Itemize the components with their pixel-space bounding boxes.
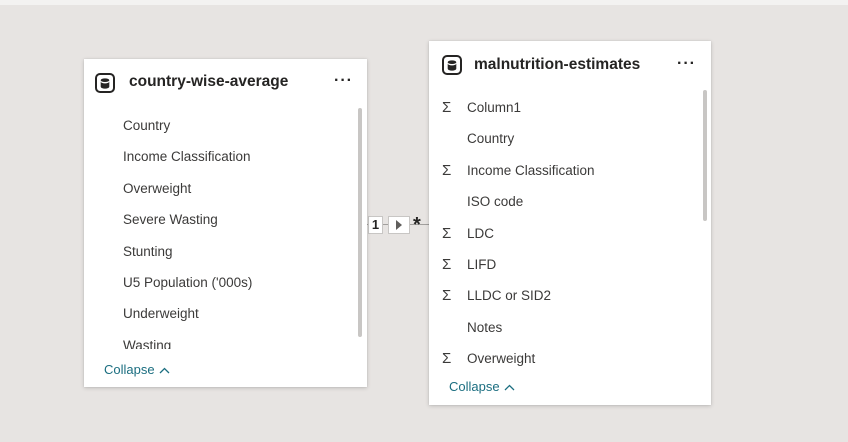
database-icon <box>442 55 462 75</box>
collapse-button[interactable]: Collapse <box>449 379 515 394</box>
field-item[interactable]: Notes <box>429 312 711 343</box>
field-label: Underweight <box>123 306 199 322</box>
field-label: LLDC or SID2 <box>467 288 552 304</box>
more-options-button[interactable]: ··· <box>334 72 353 90</box>
field-label: Income Classification <box>467 162 595 178</box>
collapse-button[interactable]: Collapse <box>104 362 170 377</box>
field-label: Column1 <box>467 100 522 115</box>
field-item[interactable]: U5 Population ('000s) <box>84 267 367 298</box>
field-item[interactable]: Σ Income Classification <box>429 155 711 186</box>
canvas-top-strip <box>0 0 848 5</box>
field-label: Overweight <box>123 180 192 196</box>
field-item[interactable]: ISO code <box>429 186 711 217</box>
field-label: LDC <box>467 225 495 241</box>
collapse-label: Collapse <box>449 379 500 394</box>
field-label: LIFD <box>467 256 497 272</box>
relationship-to-cardinality: * <box>413 214 421 236</box>
table-card-header[interactable]: country-wise-average ··· <box>84 59 367 107</box>
table-card-country-wise-average[interactable]: country-wise-average ··· Country Income … <box>84 59 367 387</box>
field-item[interactable]: Country <box>84 110 367 141</box>
sigma-icon: Σ <box>442 99 452 116</box>
field-item[interactable]: Stunting <box>84 236 367 267</box>
table-card-header[interactable]: malnutrition-estimates ··· <box>429 41 711 89</box>
table-card-malnutrition-estimates[interactable]: malnutrition-estimates ··· Σ Column1 Coun… <box>429 41 711 405</box>
scrollbar-thumb[interactable] <box>703 90 707 221</box>
table-title: malnutrition-estimates <box>474 56 641 73</box>
field-list[interactable]: Country Income Classification Overweight… <box>84 110 367 349</box>
sigma-icon: Σ <box>442 255 452 273</box>
sigma-icon: Σ <box>442 350 452 368</box>
field-item[interactable]: Wasting <box>84 330 367 349</box>
field-list[interactable]: Σ Column1 Country Σ Income Classification … <box>429 92 711 374</box>
field-label: Stunting <box>123 243 173 259</box>
field-item[interactable]: Income Classification <box>84 141 367 172</box>
scrollbar-thumb[interactable] <box>358 108 362 337</box>
sigma-icon: Σ <box>442 161 452 179</box>
field-item[interactable]: Σ Overweight <box>429 343 711 374</box>
field-label: Income Classification <box>123 149 251 165</box>
relationship-from-cardinality: 1 <box>368 216 383 234</box>
field-label: Notes <box>467 319 503 335</box>
field-label: Severe Wasting <box>123 212 218 228</box>
field-label: Overweight <box>467 351 536 367</box>
table-title: country-wise-average <box>129 73 289 90</box>
field-item[interactable]: Severe Wasting <box>84 204 367 235</box>
field-item[interactable]: Overweight <box>84 173 367 204</box>
database-icon <box>95 73 115 93</box>
field-label: Country <box>467 131 515 147</box>
field-label: ISO code <box>467 194 524 210</box>
chevron-up-icon <box>504 379 515 394</box>
more-options-button[interactable]: ··· <box>677 55 696 73</box>
field-item[interactable]: Σ LLDC or SID2 <box>429 280 711 311</box>
sigma-icon: Σ <box>442 287 452 305</box>
field-item[interactable]: Σ LIFD <box>429 249 711 280</box>
field-item[interactable]: Σ Column1 <box>429 92 711 123</box>
field-item[interactable]: Underweight <box>84 298 367 329</box>
field-item[interactable]: Country <box>429 123 711 154</box>
collapse-label: Collapse <box>104 362 155 377</box>
relationship-direction-arrow-icon[interactable] <box>388 216 410 234</box>
sigma-icon: Σ <box>442 224 452 242</box>
field-label: Wasting <box>123 337 172 349</box>
field-item[interactable]: Σ LDC <box>429 218 711 249</box>
field-label: Country <box>123 118 171 133</box>
field-label: U5 Population ('000s) <box>123 274 253 290</box>
chevron-up-icon <box>159 362 170 377</box>
